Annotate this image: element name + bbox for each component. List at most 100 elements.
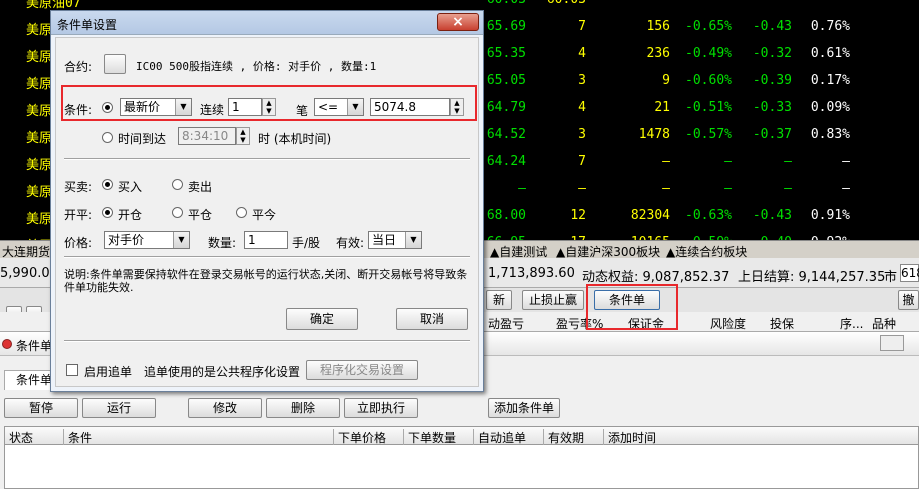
grid-col-add-time[interactable]: 添加时间: [603, 429, 656, 445]
qty-label: 数量:: [208, 236, 237, 250]
quote-name: 美原: [26, 77, 53, 92]
close-label: 平仓: [188, 208, 213, 222]
conditional-order-grid[interactable]: 状态 条件 下单价格 下单数量 自动追单 有效期 添加时间: [4, 426, 919, 489]
stat-1: 1,713,893.60: [488, 266, 575, 281]
grid-col-validity[interactable]: 有效期: [543, 429, 584, 445]
follow-order-checkbox[interactable]: [66, 364, 78, 376]
run-button[interactable]: 运行: [82, 398, 156, 418]
contract-info: IC00 500股指连续 , 价格: 对手价 , 数量:1: [136, 60, 377, 73]
open-label: 开仓: [118, 208, 143, 222]
grid-col-condition[interactable]: 条件: [63, 429, 92, 445]
unit-label: 手/股: [292, 236, 321, 250]
quote-cell-c4: -0.63%: [685, 208, 732, 223]
quote-cell-c5: —: [784, 154, 792, 169]
close-today-label: 平今: [252, 208, 277, 222]
col-seq[interactable]: 序...: [840, 315, 863, 332]
sell-radio[interactable]: [172, 179, 183, 190]
quote-name: 美原: [26, 185, 53, 200]
stat-dynamic-equity: 动态权益: 9,087,852.37: [582, 270, 730, 285]
time-arrive-label: 时间到达: [118, 132, 167, 146]
quote-cell-c3: —: [662, 154, 670, 169]
dialog-title: 条件单设置: [57, 18, 118, 32]
modify-button[interactable]: 修改: [188, 398, 262, 418]
quote-cell-c6: 0.61%: [810, 46, 850, 61]
sell-label: 卖出: [188, 180, 213, 194]
stoploss-button[interactable]: 止损止赢: [522, 290, 584, 310]
quote-cell-c5: -0.37: [752, 127, 792, 142]
dialog-titlebar: 条件单设置 ×: [51, 11, 483, 35]
quote-cell-c4: —: [724, 181, 732, 196]
condition-time-radio[interactable]: [102, 132, 113, 143]
grid-col-auto-follow[interactable]: 自动追单: [473, 429, 526, 445]
conditional-order-dialog: 条件单设置 × 合约: IC00 500股指连续 , 价格: 对手价 , 数量:…: [50, 10, 484, 392]
separator-3: [64, 340, 470, 342]
minimize-button[interactable]: [880, 335, 904, 351]
quote-cell-c6: —: [842, 154, 850, 169]
quote-cell-c6: 0.17%: [810, 73, 850, 88]
price-type-label: 价格:: [64, 236, 93, 250]
col-product[interactable]: 品种: [872, 315, 896, 332]
side-label: 买卖:: [64, 180, 93, 194]
panel-icon: [2, 339, 12, 349]
grid-col-order-price[interactable]: 下单价格: [333, 429, 386, 445]
highlight-condition-row: [61, 85, 477, 121]
quote-cell-c3: 9: [662, 73, 670, 88]
buy-radio[interactable]: [102, 179, 113, 190]
time-spinner[interactable]: ▲ ▼: [236, 127, 250, 145]
conditional-order-actions: 暂停 运行 修改 删除 立即执行 添加条件单: [0, 396, 919, 418]
quote-cell-c4: -0.57%: [685, 127, 732, 142]
close-button[interactable]: ×: [437, 13, 479, 31]
quote-cell-c6: —: [842, 181, 850, 196]
select-contract-button[interactable]: [104, 54, 126, 74]
execute-now-button[interactable]: 立即执行: [344, 398, 418, 418]
close-today-radio[interactable]: [236, 207, 247, 218]
follow-order-note: 追单使用的是公共程序化设置: [144, 365, 301, 379]
buy-label: 买入: [118, 180, 143, 194]
quote-cell-c3: —: [662, 181, 670, 196]
quote-cell-c3: 236: [646, 46, 670, 61]
grid-header: 状态 条件 下单价格 下单数量 自动追单 有效期 添加时间: [5, 427, 918, 445]
quote-cell-c2: 3: [578, 73, 586, 88]
quote-cell-c3: 1478: [638, 127, 670, 142]
quote-cell-c5: -0.32: [752, 46, 792, 61]
panel-title: 条件单: [16, 339, 53, 353]
col-floating-pnl[interactable]: 动盈亏: [488, 315, 524, 332]
delete-button[interactable]: 删除: [266, 398, 340, 418]
cancel-button[interactable]: 取消: [396, 308, 468, 330]
qty-input[interactable]: 1: [244, 231, 288, 249]
quote-cell-c6: 0.09%: [810, 100, 850, 115]
validity-select[interactable]: 当日 ▼: [368, 231, 422, 249]
col-hedge[interactable]: 投保: [770, 315, 794, 332]
open-close-label: 开平:: [64, 208, 93, 222]
cancel-order-button[interactable]: 撤: [898, 290, 919, 310]
quote-name: 美原: [26, 212, 53, 227]
pause-button[interactable]: 暂停: [4, 398, 78, 418]
grid-col-order-qty[interactable]: 下单数量: [403, 429, 456, 445]
stat-prev-settle: 上日结算: 9,144,257.35: [738, 270, 886, 285]
quote-cell-c5: -0.43: [752, 208, 792, 223]
new-button[interactable]: 新: [486, 290, 512, 310]
grid-col-status[interactable]: 状态: [5, 429, 33, 445]
ok-button[interactable]: 确定: [286, 308, 358, 330]
open-radio[interactable]: [102, 207, 113, 218]
quote-name: 美原: [26, 158, 53, 173]
quote-cell-c3: 21: [654, 100, 670, 115]
close-radio[interactable]: [172, 207, 183, 218]
add-conditional-order-button[interactable]: 添加条件单: [488, 398, 560, 418]
time-input[interactable]: 8:34:10: [178, 127, 236, 145]
highlight-cond-button: [586, 284, 678, 330]
quote-cell-c6: 0.76%: [810, 19, 850, 34]
quote-cell-c2: 7: [578, 19, 586, 34]
quote-cell-c2: 3: [578, 127, 586, 142]
program-trading-settings-button[interactable]: 程序化交易设置: [306, 360, 418, 380]
col-risk[interactable]: 风险度: [710, 315, 746, 332]
quote-name: 美原: [26, 50, 53, 65]
quote-cell-c2: 4: [578, 100, 586, 115]
quote-cell-c4: -0.49%: [685, 46, 732, 61]
quote-cell-c4: —: [724, 154, 732, 169]
price-type-select[interactable]: 对手价 ▼: [104, 231, 190, 249]
quote-cell-c1: 60.03: [440, 0, 526, 7]
quote-cell-c2: 12: [570, 208, 586, 223]
quote-cell-c2: 4: [578, 46, 586, 61]
quote-cell-c6: 0.83%: [810, 127, 850, 142]
